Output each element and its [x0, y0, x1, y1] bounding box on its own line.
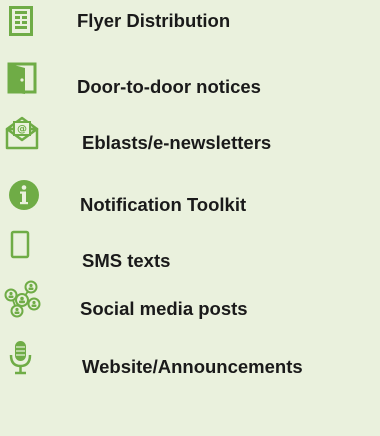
- mobile-phone-icon: [10, 230, 30, 259]
- list-item-label: Eblasts/e-newsletters: [82, 132, 272, 153]
- list-item-label: Door-to-door notices: [77, 76, 261, 97]
- list-item-sms-texts: SMS texts: [0, 230, 380, 274]
- list-item-door-to-door-notices: Door-to-door notices: [0, 62, 380, 106]
- list-item-label: Flyer Distribution: [77, 10, 231, 31]
- social-network-icon: [4, 280, 41, 318]
- list-item-social-media-posts: Social media posts: [0, 278, 380, 322]
- list-item-notification-toolkit: Notification Toolkit: [0, 178, 380, 222]
- email-envelope-icon: @: [5, 116, 39, 150]
- list-item-label: Social media posts: [80, 298, 248, 319]
- list-item-flyer-distribution: Flyer Distribution: [0, 0, 380, 44]
- list-item-label: SMS texts: [82, 250, 171, 271]
- list-item-website-announcements: Website/Announcements: [0, 338, 380, 382]
- info-icon: [9, 180, 39, 210]
- svg-text:@: @: [17, 124, 27, 135]
- list-item-eblasts: @ Eblasts/e-newsletters: [0, 116, 380, 160]
- list-item-label: Notification Toolkit: [80, 194, 247, 215]
- flyer-icon: [9, 6, 33, 36]
- list-item-label: Website/Announcements: [82, 356, 303, 377]
- door-icon: [7, 62, 37, 94]
- microphone-icon: [9, 341, 32, 375]
